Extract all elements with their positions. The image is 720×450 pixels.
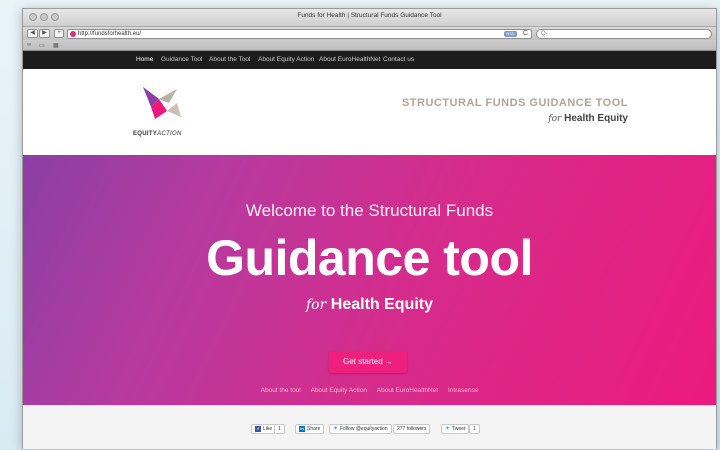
nav-about-equity-action[interactable]: About Equity Action: [258, 56, 314, 63]
hero-subtitle: for Health Equity: [306, 296, 433, 313]
tweet-button[interactable]: ✦ Tweet: [441, 424, 470, 434]
social-bar: f Like 1 in Share ✦ Follow @equityaction 27…: [23, 405, 716, 449]
equity-action-logo-icon[interactable]: [137, 83, 185, 123]
forward-button[interactable]: ▶: [39, 29, 50, 38]
nav-about-the-tool[interactable]: About the Tool: [209, 56, 250, 63]
browser-toolbar: ◀ ▶ + http://fundsforhealth.eu/ RSS C Q-: [23, 27, 716, 40]
bookmarks-icon[interactable]: ▭: [39, 42, 45, 49]
add-bookmark-button[interactable]: +: [54, 29, 64, 38]
nav-home[interactable]: Home: [136, 56, 153, 63]
address-bar[interactable]: http://fundsforhealth.eu/ RSS C: [67, 29, 532, 39]
site-subtitle: for Health Equity: [548, 113, 628, 124]
site-header: EQUITYACTION STRUCTURAL FUNDS GUIDANCE T…: [23, 69, 716, 155]
link-about-eurohealthnet[interactable]: About EuroHealthNet: [377, 387, 438, 394]
logo-wordmark: EQUITYACTION: [133, 131, 182, 137]
facebook-icon: f: [255, 425, 261, 432]
browser-window: Funds for Health | Structural Funds Guid…: [22, 8, 717, 449]
twitter-follow-button[interactable]: ✦ Follow @equityaction: [329, 424, 392, 434]
title-bar: Funds for Health | Structural Funds Guid…: [23, 9, 716, 27]
address-url: http://fundsforhealth.eu/: [78, 31, 142, 37]
hero-banner: Welcome to the Structural Funds Guidance…: [23, 155, 716, 405]
hero-welcome: Welcome to the Structural Funds: [245, 201, 494, 220]
search-input[interactable]: Q-: [536, 29, 712, 39]
nav-about-eurohealthnet[interactable]: About EuroHealthNet: [319, 56, 380, 63]
twitter-bird-icon: ✦: [445, 426, 451, 433]
nav-guidance-tool[interactable]: Guidance Tool: [161, 56, 202, 63]
reload-icon[interactable]: C: [523, 30, 528, 37]
top-sites-icon[interactable]: ▦: [53, 42, 59, 49]
window-title: Funds for Health | Structural Funds Guid…: [297, 12, 442, 19]
link-intrasense[interactable]: Intrasense: [448, 387, 478, 394]
site-navigation: Home Guidance Tool About the Tool About …: [23, 51, 716, 69]
site-title: STRUCTURAL FUNDS GUIDANCE TOOL: [401, 97, 628, 109]
hero-footer-links: About the tool About Equity Action About…: [23, 387, 716, 394]
rss-icon[interactable]: RSS: [504, 31, 517, 37]
tweet-count: 1: [469, 424, 480, 434]
twitter-bird-icon: ✦: [333, 426, 339, 433]
like-count: 1: [274, 424, 285, 434]
bookmarks-bar: ∞ ▭ ▦: [23, 40, 716, 51]
hero-title: Guidance tool: [206, 230, 533, 286]
nav-contact-us[interactable]: Contact us: [383, 56, 414, 63]
site-favicon-icon: [70, 31, 76, 37]
link-about-tool[interactable]: About the tool: [261, 387, 301, 394]
back-button[interactable]: ◀: [27, 29, 38, 38]
facebook-like-button[interactable]: f Like: [251, 424, 277, 434]
linkedin-icon: in: [299, 425, 305, 432]
linkedin-share-button[interactable]: in Share: [295, 424, 325, 434]
get-started-button[interactable]: Get started →: [329, 351, 407, 373]
followers-count: 277 followers: [393, 424, 431, 434]
reading-list-icon[interactable]: ∞: [27, 42, 31, 48]
link-about-equity-action[interactable]: About Equity Action: [311, 387, 367, 394]
